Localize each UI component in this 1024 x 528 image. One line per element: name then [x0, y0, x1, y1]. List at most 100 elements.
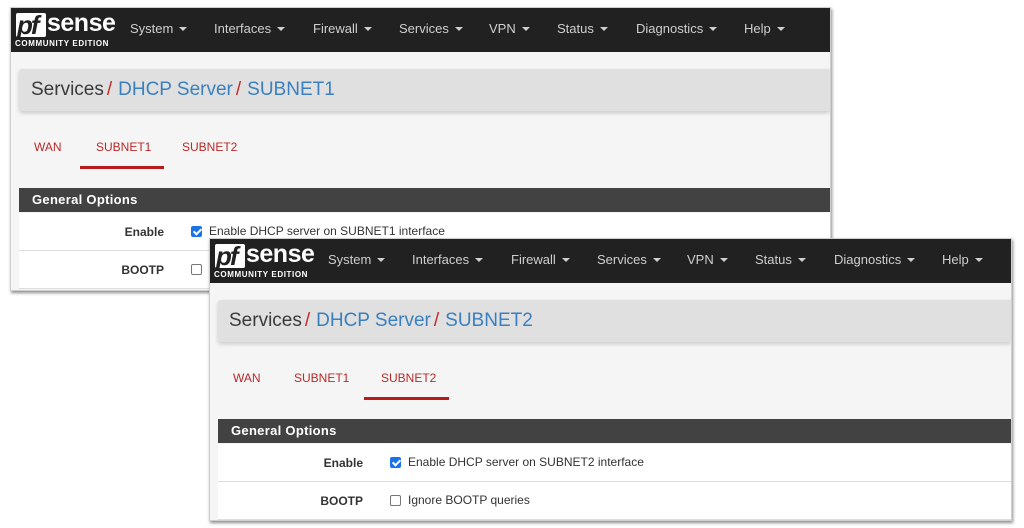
enable-checkbox[interactable] — [390, 456, 401, 468]
nav-label: VPN — [687, 252, 714, 267]
caret-down-icon — [179, 27, 188, 31]
nav-interfaces[interactable]: Interfaces — [214, 21, 286, 36]
breadcrumb-separator: / — [235, 79, 242, 100]
logo-pf-box: pf — [16, 10, 46, 40]
tab-subnet1[interactable]: SUBNET1 — [294, 371, 349, 385]
caret-down-icon — [776, 27, 785, 31]
caret-down-icon — [277, 27, 286, 31]
breadcrumb-separator: / — [304, 310, 311, 331]
row-label: BOOTP — [121, 263, 164, 277]
nav-label: Services — [399, 21, 449, 36]
breadcrumb: Services / DHCP Server / SUBNET1 — [19, 69, 830, 111]
nav-label: Status — [755, 252, 792, 267]
nav-label: Diagnostics — [834, 252, 902, 267]
nav-label: Services — [597, 252, 647, 267]
pfsense-window-subnet2: pf sense COMMUNITY EDITION System Interf… — [209, 238, 1012, 521]
top-navbar: pf sense COMMUNITY EDITION System Interf… — [210, 239, 1011, 283]
logo-pf-text: pf — [216, 241, 239, 271]
nav-label: VPN — [489, 21, 516, 36]
enable-control: Enable DHCP server on SUBNET1 interface — [191, 224, 445, 238]
breadcrumb-current[interactable]: SUBNET2 — [445, 310, 533, 331]
row-enable: Enable Enable DHCP server on SUBNET2 int… — [218, 444, 1011, 482]
nav-system[interactable]: System — [130, 21, 188, 36]
caret-down-icon — [974, 258, 983, 262]
panel-header-general-options: General Options — [218, 419, 1011, 443]
nav-help[interactable]: Help — [942, 252, 983, 267]
bootp-checkbox-label[interactable]: Ignore BOOTP queries — [408, 493, 530, 507]
caret-down-icon — [377, 258, 386, 262]
logo-pf-text: pf — [17, 10, 40, 40]
nav-firewall[interactable]: Firewall — [313, 21, 372, 36]
breadcrumb: Services / DHCP Server / SUBNET2 — [218, 300, 1011, 342]
breadcrumb-trail: Services / DHCP Server / SUBNET2 — [229, 310, 533, 332]
logo-sense-text: sense — [246, 240, 315, 268]
enable-control: Enable DHCP server on SUBNET2 interface — [390, 455, 644, 469]
caret-down-icon — [521, 27, 530, 31]
breadcrumb-current[interactable]: SUBNET1 — [247, 79, 335, 100]
panel-title: General Options — [32, 192, 138, 207]
pfsense-logo[interactable]: pf sense COMMUNITY EDITION — [213, 240, 315, 282]
breadcrumb-separator: / — [106, 79, 113, 100]
breadcrumb-trail: Services / DHCP Server / SUBNET1 — [31, 79, 335, 101]
tab-wan[interactable]: WAN — [233, 371, 261, 385]
breadcrumb-separator: / — [433, 310, 440, 331]
enable-checkbox[interactable] — [191, 225, 202, 237]
caret-down-icon — [652, 258, 661, 262]
panel-title: General Options — [231, 423, 337, 438]
bootp-control: Ignore BOOTP queries — [390, 493, 530, 507]
nav-diagnostics[interactable]: Diagnostics — [834, 252, 916, 267]
interface-tabs: WAN SUBNET1 SUBNET2 — [210, 359, 1011, 400]
nav-label: System — [328, 252, 372, 267]
active-tab-indicator — [364, 397, 449, 400]
nav-diagnostics[interactable]: Diagnostics — [636, 21, 718, 36]
interface-tabs: WAN SUBNET1 SUBNET2 — [11, 128, 830, 169]
caret-down-icon — [709, 27, 718, 31]
caret-down-icon — [561, 258, 570, 262]
caret-down-icon — [907, 258, 916, 262]
nav-services[interactable]: Services — [399, 21, 463, 36]
logo-sense-text: sense — [47, 9, 116, 37]
caret-down-icon — [599, 27, 608, 31]
pfsense-logo[interactable]: pf sense COMMUNITY EDITION — [14, 9, 116, 51]
bootp-checkbox[interactable] — [390, 494, 401, 506]
tab-wan[interactable]: WAN — [34, 140, 62, 154]
nav-label: Firewall — [511, 252, 556, 267]
nav-label: Interfaces — [412, 252, 470, 267]
panel-header-general-options: General Options — [19, 188, 830, 212]
nav-firewall[interactable]: Firewall — [511, 252, 570, 267]
tab-subnet2[interactable]: SUBNET2 — [381, 371, 436, 385]
enable-checkbox-label[interactable]: Enable DHCP server on SUBNET2 interface — [408, 455, 644, 469]
row-label: BOOTP — [320, 494, 363, 508]
enable-checkbox-label[interactable]: Enable DHCP server on SUBNET1 interface — [209, 224, 445, 238]
nav-vpn[interactable]: VPN — [489, 21, 530, 36]
bootp-checkbox[interactable] — [191, 263, 202, 275]
nav-label: System — [130, 21, 174, 36]
breadcrumb-dhcp-server[interactable]: DHCP Server — [118, 79, 233, 100]
nav-label: Help — [942, 252, 969, 267]
caret-down-icon — [797, 258, 806, 262]
breadcrumb-dhcp-server[interactable]: DHCP Server — [316, 310, 431, 331]
nav-services[interactable]: Services — [597, 252, 661, 267]
row-label: Enable — [323, 456, 363, 470]
nav-label: Status — [557, 21, 594, 36]
nav-vpn[interactable]: VPN — [687, 252, 728, 267]
top-navbar: pf sense COMMUNITY EDITION System Interf… — [11, 8, 830, 52]
breadcrumb-services: Services — [229, 310, 302, 331]
caret-down-icon — [454, 27, 463, 31]
nav-status[interactable]: Status — [557, 21, 608, 36]
nav-label: Diagnostics — [636, 21, 704, 36]
caret-down-icon — [475, 258, 484, 262]
row-label: Enable — [124, 225, 164, 239]
tab-subnet2[interactable]: SUBNET2 — [182, 140, 237, 154]
breadcrumb-services: Services — [31, 79, 104, 100]
caret-down-icon — [719, 258, 728, 262]
nav-label: Interfaces — [214, 21, 272, 36]
active-tab-indicator — [80, 166, 164, 169]
nav-status[interactable]: Status — [755, 252, 806, 267]
nav-interfaces[interactable]: Interfaces — [412, 252, 484, 267]
nav-system[interactable]: System — [328, 252, 386, 267]
tab-subnet1[interactable]: SUBNET1 — [96, 140, 151, 154]
logo-edition-text: COMMUNITY EDITION — [214, 270, 309, 279]
nav-help[interactable]: Help — [744, 21, 785, 36]
logo-edition-text: COMMUNITY EDITION — [15, 39, 110, 48]
